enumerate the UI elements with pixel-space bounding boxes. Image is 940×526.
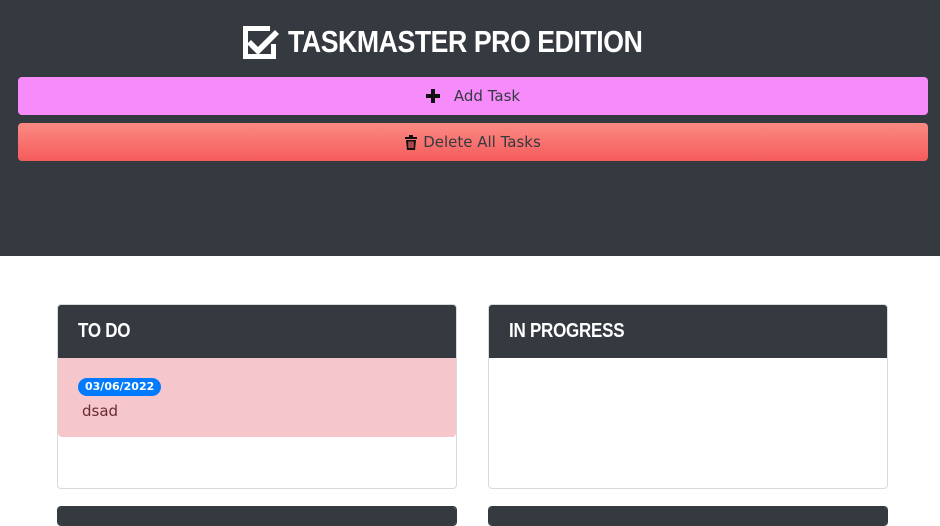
column-header: TO DO xyxy=(58,305,456,358)
column-lower-right xyxy=(488,506,888,526)
app-header: TASKMASTER PRO EDITION Add Task Delete A… xyxy=(0,0,940,256)
column-task-list: 03/06/2022 dsad xyxy=(58,358,456,437)
task-card[interactable]: 03/06/2022 dsad xyxy=(58,358,456,437)
column-lower-left xyxy=(57,506,457,526)
column-title: TO DO xyxy=(78,320,131,342)
add-task-label: Add Task xyxy=(453,87,521,105)
trash-icon xyxy=(405,134,418,150)
check-square-icon xyxy=(242,26,279,59)
app-title-text: TASKMASTER PRO EDITION xyxy=(287,24,643,59)
delete-all-tasks-button[interactable]: Delete All Tasks xyxy=(18,123,928,161)
task-text: dsad xyxy=(82,402,119,420)
add-task-button[interactable]: Add Task xyxy=(18,77,928,115)
column-in-progress: IN PROGRESS xyxy=(488,304,888,489)
plus-icon xyxy=(425,89,440,103)
delete-all-tasks-label: Delete All Tasks xyxy=(423,133,541,151)
column-title: IN PROGRESS xyxy=(509,320,625,342)
app-title: TASKMASTER PRO EDITION xyxy=(0,20,940,64)
task-date-badge: 03/06/2022 xyxy=(78,378,162,396)
column-todo: TO DO 03/06/2022 dsad xyxy=(57,304,457,489)
column-header xyxy=(489,507,887,525)
column-header xyxy=(58,507,456,525)
column-header: IN PROGRESS xyxy=(489,305,887,358)
